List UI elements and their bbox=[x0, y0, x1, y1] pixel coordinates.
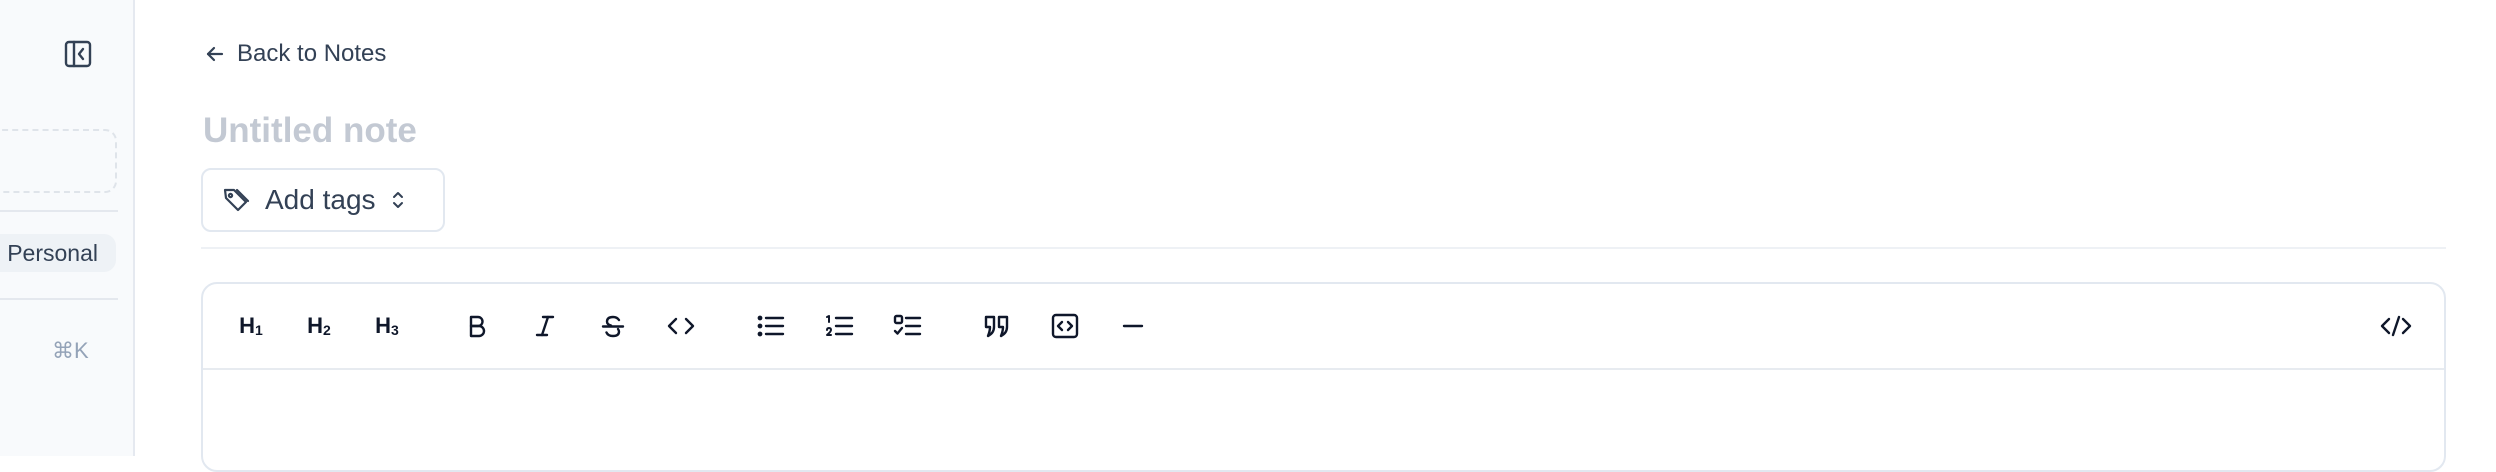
strikethrough-button[interactable] bbox=[591, 304, 635, 348]
tag-icon bbox=[223, 188, 250, 212]
collapse-sidebar-icon[interactable] bbox=[62, 38, 94, 70]
inline-code-button[interactable] bbox=[659, 304, 703, 348]
heading-3-label: H bbox=[375, 313, 392, 338]
code-icon bbox=[667, 317, 695, 335]
heading-2-label: H bbox=[307, 313, 324, 338]
bold-button[interactable] bbox=[455, 304, 499, 348]
source-code-icon bbox=[2380, 315, 2412, 337]
sidebar-divider bbox=[0, 210, 118, 212]
chevron-up-down-icon bbox=[392, 192, 403, 208]
back-to-notes-link[interactable]: Back to Notes bbox=[205, 40, 386, 68]
italic-icon bbox=[535, 315, 555, 337]
heading-1-button[interactable]: H1 bbox=[229, 304, 273, 348]
editor-toolbar: H1 H2 H3 bbox=[203, 284, 2444, 370]
heading-3-button[interactable]: H3 bbox=[365, 304, 409, 348]
heading-1-level: 1 bbox=[255, 322, 263, 338]
bullet-list-button[interactable] bbox=[749, 304, 793, 348]
horizontal-rule-button[interactable] bbox=[1111, 304, 1155, 348]
sidebar: Personal ⌘K bbox=[0, 0, 135, 456]
back-link-label: Back to Notes bbox=[237, 40, 387, 67]
bold-icon bbox=[469, 315, 486, 338]
heading-2-level: 2 bbox=[323, 322, 331, 338]
arrow-left-icon bbox=[206, 46, 224, 62]
code-block-button[interactable] bbox=[1043, 304, 1087, 348]
strikethrough-icon bbox=[601, 315, 625, 338]
add-tags-label: Add tags bbox=[265, 184, 376, 215]
sidebar-drop-zone[interactable] bbox=[0, 129, 117, 193]
horizontal-rule-icon bbox=[1122, 324, 1144, 328]
heading-2-button[interactable]: H2 bbox=[297, 304, 341, 348]
blockquote-button[interactable] bbox=[975, 304, 1019, 348]
source-view-button[interactable] bbox=[2374, 304, 2418, 348]
task-list-icon bbox=[893, 314, 922, 336]
note-title-input[interactable] bbox=[201, 106, 903, 156]
sidebar-divider bbox=[0, 298, 118, 300]
add-tags-button[interactable]: Add tags bbox=[201, 168, 445, 232]
ordered-list-icon bbox=[826, 315, 854, 336]
heading-3-level: 3 bbox=[391, 322, 399, 338]
bullet-list-icon bbox=[757, 315, 785, 337]
header-divider bbox=[201, 247, 2446, 249]
code-block-icon bbox=[1051, 313, 1079, 339]
ordered-list-button[interactable] bbox=[817, 304, 861, 348]
sidebar-tag-chip[interactable]: Personal bbox=[0, 234, 116, 272]
note-editor-pane: Back to Notes Add tags H1 H2 H3 bbox=[135, 0, 2496, 472]
quote-icon bbox=[984, 315, 1009, 338]
rich-text-editor: H1 H2 H3 bbox=[201, 282, 2446, 472]
search-shortcut-hint: ⌘K bbox=[52, 338, 89, 363]
heading-1-label: H bbox=[239, 313, 256, 338]
task-list-button[interactable] bbox=[885, 304, 929, 348]
italic-button[interactable] bbox=[523, 304, 567, 348]
